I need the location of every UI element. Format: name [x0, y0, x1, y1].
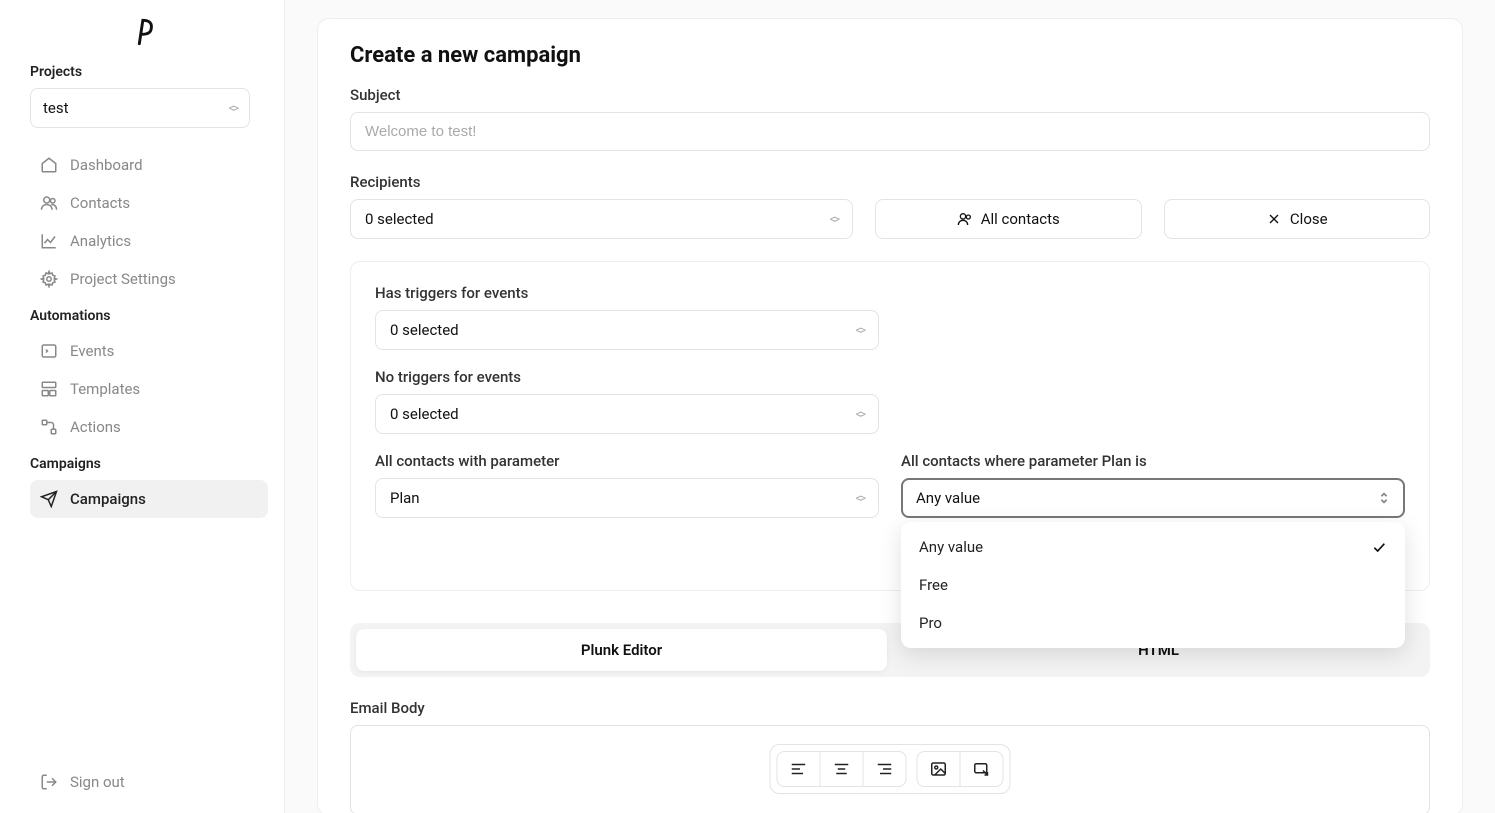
param-label: All contacts with parameter [375, 452, 879, 470]
param-value: Plan [390, 489, 420, 507]
campaigns-label: Campaigns [30, 456, 268, 472]
main-content: Create a new campaign Subject Recipients… [285, 0, 1495, 813]
nav-label: Project Settings [70, 270, 176, 288]
no-triggers-select[interactable]: 0 selected <> [375, 394, 879, 434]
insert-button-button[interactable] [961, 751, 1004, 787]
sidebar-item-campaigns[interactable]: Campaigns [30, 480, 268, 518]
param-where-label: All contacts where parameter Plan is [901, 452, 1405, 470]
layout-icon [40, 380, 58, 398]
align-right-icon [876, 760, 894, 778]
signout-label: Sign out [70, 773, 125, 791]
all-contacts-button[interactable]: All contacts [875, 199, 1142, 239]
recipient-filters: Has triggers for events 0 selected <> No… [350, 261, 1430, 591]
align-center-icon [833, 760, 851, 778]
sidebar-item-actions[interactable]: Actions [30, 408, 268, 446]
dropdown-option-pro[interactable]: Pro [901, 604, 1405, 642]
button-icon [973, 760, 991, 778]
param-select[interactable]: Plan <> [375, 478, 879, 518]
has-triggers-label: Has triggers for events [375, 284, 879, 302]
editor-toolbar [770, 744, 1011, 794]
nav-label: Contacts [70, 194, 130, 212]
no-triggers-value: 0 selected [390, 405, 459, 423]
nav-label: Templates [70, 380, 140, 398]
email-body-editor[interactable] [350, 725, 1430, 813]
sidebar-item-analytics[interactable]: Analytics [30, 222, 268, 260]
option-label: Free [919, 576, 948, 594]
automations-label: Automations [30, 308, 268, 324]
chevron-left-right-icon: <> [229, 101, 237, 115]
has-triggers-value: 0 selected [390, 321, 459, 339]
campaign-card: Create a new campaign Subject Recipients… [317, 18, 1463, 813]
close-button[interactable]: Close [1164, 199, 1431, 239]
subject-input[interactable] [350, 112, 1430, 151]
no-triggers-label: No triggers for events [375, 368, 879, 386]
chevron-left-right-icon: <> [856, 407, 864, 421]
sidebar: Projects test <> Dashboard Contacts Anal… [0, 0, 285, 813]
recipients-label: Recipients [350, 173, 1430, 191]
align-left-icon [790, 760, 808, 778]
dropdown-option-free[interactable]: Free [901, 566, 1405, 604]
project-selected-name: test [43, 99, 69, 117]
sidebar-item-templates[interactable]: Templates [30, 370, 268, 408]
align-center-button[interactable] [821, 751, 864, 787]
gear-icon [40, 270, 58, 288]
sidebar-item-project-settings[interactable]: Project Settings [30, 260, 268, 298]
users-icon [957, 211, 973, 227]
insert-image-button[interactable] [917, 751, 961, 787]
align-left-button[interactable] [777, 751, 821, 787]
nav-label: Events [70, 342, 114, 360]
nav-label: Campaigns [70, 490, 146, 508]
option-label: Pro [919, 614, 942, 632]
chevron-left-right-icon: <> [856, 323, 864, 337]
chart-icon [40, 232, 58, 250]
check-icon [1371, 539, 1387, 555]
nav-label: Dashboard [70, 156, 143, 174]
nav-label: Analytics [70, 232, 131, 250]
align-right-button[interactable] [864, 751, 907, 787]
recipients-count: 0 selected [365, 210, 434, 228]
workflow-icon [40, 418, 58, 436]
subject-label: Subject [350, 86, 1430, 104]
nav-label: Actions [70, 418, 121, 436]
app-logo [130, 18, 158, 46]
home-icon [40, 156, 58, 174]
all-contacts-label: All contacts [981, 210, 1060, 228]
email-body-label: Email Body [350, 699, 1430, 717]
tab-plunk-editor[interactable]: Plunk Editor [356, 629, 887, 671]
users-icon [40, 194, 58, 212]
logout-icon [40, 773, 58, 791]
chevron-left-right-icon: <> [830, 212, 838, 226]
param-where-value: Any value [916, 489, 980, 507]
sidebar-item-contacts[interactable]: Contacts [30, 184, 268, 222]
close-label: Close [1290, 210, 1328, 228]
signout-button[interactable]: Sign out [30, 763, 268, 801]
chevron-left-right-icon: <> [856, 491, 864, 505]
terminal-icon [40, 342, 58, 360]
send-icon [40, 490, 58, 508]
has-triggers-select[interactable]: 0 selected <> [375, 310, 879, 350]
sidebar-item-events[interactable]: Events [30, 332, 268, 370]
param-where-select[interactable]: Any value [901, 478, 1405, 518]
projects-label: Projects [30, 64, 268, 80]
project-selector[interactable]: test <> [30, 88, 250, 128]
dropdown-option-any-value[interactable]: Any value [901, 528, 1405, 566]
option-label: Any value [919, 538, 983, 556]
image-icon [930, 760, 948, 778]
chevron-up-down-icon [1378, 491, 1390, 505]
page-title: Create a new campaign [350, 43, 1430, 68]
recipients-select[interactable]: 0 selected <> [350, 199, 853, 239]
param-where-dropdown: Any value Free Pro [901, 522, 1405, 648]
close-icon [1266, 211, 1282, 227]
sidebar-item-dashboard[interactable]: Dashboard [30, 146, 268, 184]
